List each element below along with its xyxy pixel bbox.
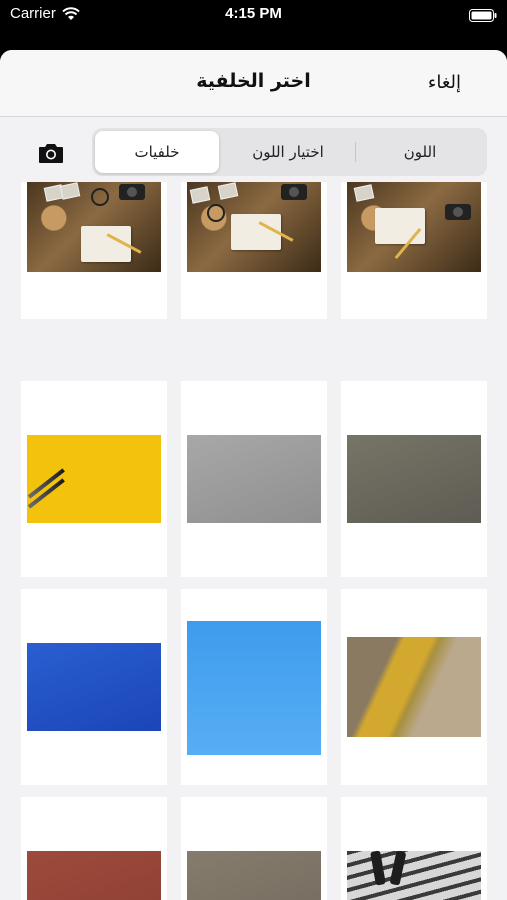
background-thumbnail <box>27 643 161 731</box>
tab-color[interactable]: اللون <box>356 131 484 173</box>
background-tile-gold-fabric[interactable] <box>341 589 487 785</box>
background-thumbnail <box>347 182 481 272</box>
background-tile-blue-paper[interactable] <box>21 589 167 785</box>
background-tile-sand-texture[interactable] <box>181 797 327 900</box>
segment-bar: خلفيات اختيار اللون اللون <box>0 128 507 180</box>
background-thumbnail <box>187 182 321 272</box>
backgrounds-grid <box>0 180 507 900</box>
tab-backgrounds[interactable]: خلفيات <box>95 131 219 173</box>
background-tile-red-brick[interactable] <box>21 797 167 900</box>
background-thumbnail <box>187 435 321 523</box>
background-tile-yellow-pencils[interactable] <box>21 381 167 577</box>
background-tile-desk-3[interactable] <box>341 182 487 319</box>
background-thumbnail <box>347 850 481 900</box>
battery-icon <box>469 7 497 26</box>
camera-icon[interactable] <box>38 142 64 164</box>
background-thumbnail <box>187 621 321 755</box>
background-thumbnail <box>187 851 321 900</box>
background-thumbnail <box>347 435 481 523</box>
tab-color-picker[interactable]: اختيار اللون <box>222 131 354 173</box>
background-tile-desk-2[interactable] <box>181 182 327 319</box>
background-tile-grey-paper[interactable] <box>181 381 327 577</box>
background-tile-desk-1[interactable] <box>21 182 167 319</box>
background-tile-sky-blue[interactable] <box>181 589 327 785</box>
background-tile-street-walker[interactable] <box>341 797 487 900</box>
background-thumbnail <box>27 435 161 523</box>
cancel-button[interactable]: إلغاء <box>428 72 461 93</box>
background-picker-sheet: اختر الخلفية إلغاء خلفيات اختيار اللون ا… <box>0 50 507 900</box>
background-thumbnail <box>347 637 481 737</box>
segmented-control: خلفيات اختيار اللون اللون <box>92 128 487 176</box>
nav-bar: اختر الخلفية إلغاء <box>0 50 507 117</box>
background-thumbnail <box>27 182 161 272</box>
status-bar: Carrier 4:15 PM <box>0 0 507 50</box>
background-tile-dark-grey-paper[interactable] <box>341 381 487 577</box>
clock: 4:15 PM <box>225 5 282 22</box>
background-thumbnail <box>27 851 161 900</box>
